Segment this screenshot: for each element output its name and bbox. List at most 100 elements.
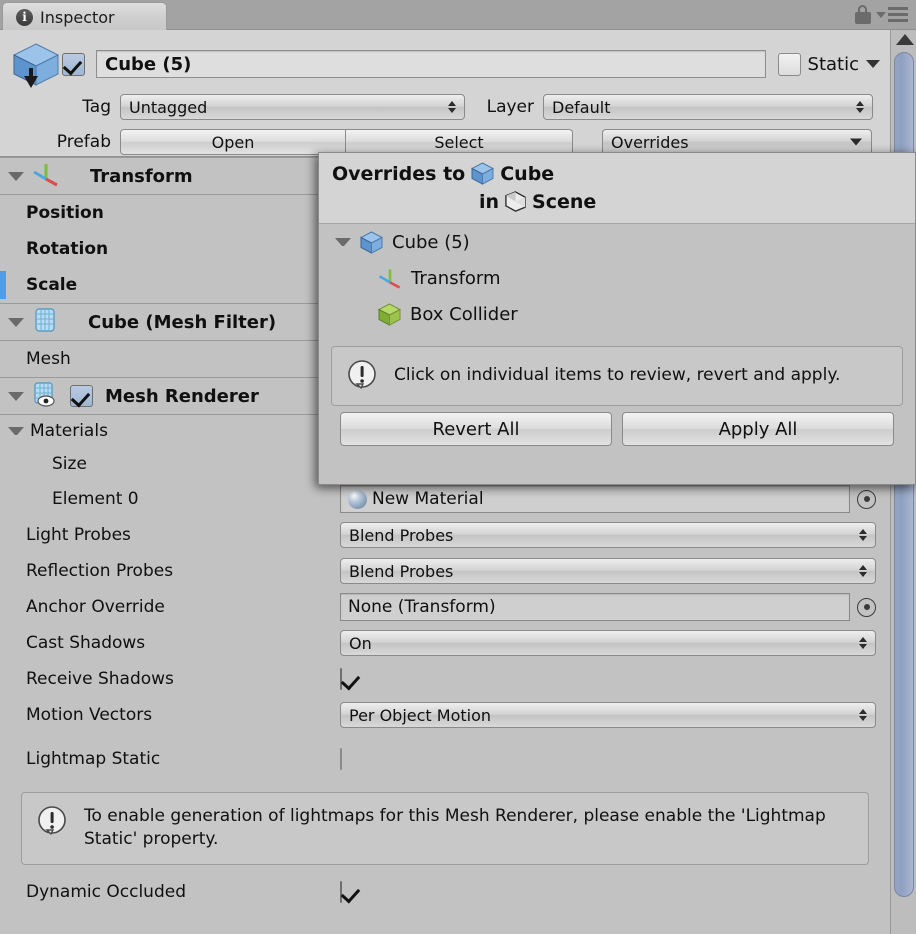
overrides-popup-header: Overrides to Cube in Scene: [319, 153, 915, 224]
updown-arrows-icon: [448, 101, 456, 113]
dynamic-occluded-checkbox[interactable]: [340, 880, 342, 903]
receive-shadows-row[interactable]: Receive Shadows: [0, 661, 890, 697]
element0-picker-icon[interactable]: [857, 489, 876, 509]
overrides-tree-root-label: Cube (5): [392, 231, 470, 253]
updown-arrows-icon: [856, 101, 864, 113]
light-probes-label: Light Probes: [26, 525, 131, 545]
lock-icon[interactable]: [855, 5, 871, 24]
transform-position-label: Position: [26, 203, 104, 223]
reflection-probes-dropdown[interactable]: Blend Probes: [340, 558, 876, 584]
static-checkbox[interactable]: [777, 52, 801, 76]
tab-tools: [855, 5, 908, 24]
overrides-tree-item-root[interactable]: Cube (5): [319, 224, 915, 260]
element0-object-field[interactable]: New Material: [340, 485, 850, 513]
overrides-button-label: Overrides: [611, 132, 689, 152]
apply-all-button[interactable]: Apply All: [622, 412, 894, 446]
lightmap-help-box: To enable generation of lightmaps for th…: [21, 792, 869, 865]
cast-shadows-dropdown[interactable]: On: [340, 630, 876, 656]
object-name-row: Cube (5) Static: [0, 36, 890, 88]
receive-shadows-label: Receive Shadows: [26, 669, 174, 689]
unity-scene-icon: [504, 190, 527, 214]
object-header: Cube (5) Static Tag Untagged Layer Defau…: [0, 30, 890, 157]
component-title-mesh-renderer: Mesh Renderer: [105, 385, 259, 407]
cube-icon: [359, 230, 384, 255]
tag-dropdown[interactable]: Untagged: [120, 94, 465, 120]
mesh-label: Mesh: [26, 349, 71, 369]
overrides-popup-subtitle: in Scene: [319, 190, 915, 214]
object-name-field[interactable]: Cube (5): [96, 50, 766, 78]
cube-icon: [10, 38, 62, 90]
foldout-arrow-icon[interactable]: [8, 427, 24, 435]
cast-shadows-value: On: [349, 633, 372, 653]
override-marker: [0, 271, 6, 299]
info-warning-icon: [36, 805, 70, 839]
overrides-subtitle-target: Scene: [532, 191, 597, 213]
foldout-arrow-icon[interactable]: [8, 171, 24, 181]
motion-vectors-dropdown[interactable]: Per Object Motion: [340, 702, 876, 728]
tag-layer-row: Tag Untagged Layer Default: [0, 92, 890, 122]
reflection-probes-row[interactable]: Reflection Probes Blend Probes: [0, 553, 890, 589]
tag-value: Untagged: [129, 97, 208, 117]
materials-element0-label: Element 0: [52, 489, 139, 509]
overrides-popup-title: Overrides to Cube: [319, 161, 915, 186]
material-ball-icon: [348, 489, 367, 509]
anchor-override-picker-icon[interactable]: [857, 597, 876, 617]
foldout-arrow-icon[interactable]: [8, 317, 24, 327]
light-probes-dropdown[interactable]: Blend Probes: [340, 522, 876, 548]
hamburger-menu-icon[interactable]: [876, 7, 908, 22]
overrides-title-prefix: Overrides to: [332, 162, 466, 185]
transform-icon: [31, 161, 61, 192]
updown-arrows-icon: [859, 637, 867, 649]
anchor-override-row[interactable]: Anchor Override None (Transform): [0, 589, 890, 625]
light-probes-value: Blend Probes: [349, 525, 454, 545]
light-probes-row[interactable]: Light Probes Blend Probes: [0, 517, 890, 553]
overrides-tree-item-transform[interactable]: Transform: [319, 260, 915, 296]
object-enabled-checkbox[interactable]: [62, 52, 85, 76]
transform-icon: [377, 266, 403, 290]
element0-value: New Material: [372, 489, 484, 509]
transform-rotation-label: Rotation: [26, 239, 109, 259]
materials-size-label: Size: [52, 454, 87, 474]
layer-value: Default: [552, 97, 611, 117]
lightmap-static-row[interactable]: Lightmap Static: [0, 733, 890, 785]
dynamic-occluded-label: Dynamic Occluded: [26, 881, 186, 902]
component-title-mesh-filter: Cube (Mesh Filter): [88, 311, 277, 333]
mesh-renderer-enabled-checkbox[interactable]: [70, 385, 93, 407]
chevron-down-icon: [850, 138, 862, 146]
tab-inspector-label: Inspector: [40, 7, 115, 27]
anchor-override-label: Anchor Override: [26, 597, 165, 617]
receive-shadows-checkbox[interactable]: [340, 668, 342, 690]
static-control: Static: [777, 52, 880, 76]
anchor-override-value: None (Transform): [348, 597, 496, 617]
motion-vectors-label: Motion Vectors: [26, 705, 153, 725]
transform-scale-label: Scale: [26, 275, 78, 295]
materials-element0-row[interactable]: Element 0 New Material: [0, 481, 890, 517]
lightmap-static-label: Lightmap Static: [26, 749, 161, 769]
prefab-open-button[interactable]: Open: [120, 129, 346, 155]
lightmap-help-text: To enable generation of lightmaps for th…: [84, 806, 826, 850]
info-warning-icon: [346, 359, 380, 393]
foldout-arrow-icon[interactable]: [335, 238, 351, 246]
anchor-override-object-field[interactable]: None (Transform): [340, 593, 850, 621]
overrides-popup: Overrides to Cube in Scene Cube (5) Tran…: [318, 152, 916, 485]
foldout-arrow-icon[interactable]: [8, 391, 24, 401]
tab-inspector[interactable]: i Inspector: [2, 2, 167, 31]
box-collider-icon: [377, 302, 402, 327]
updown-arrows-icon: [859, 565, 867, 577]
info-icon: i: [16, 8, 33, 26]
updown-arrows-icon: [859, 709, 867, 721]
tab-strip: i Inspector: [0, 0, 916, 31]
overrides-info-text: Click on individual items to review, rev…: [394, 365, 841, 385]
overrides-subtitle-prefix: in: [479, 191, 500, 213]
motion-vectors-row[interactable]: Motion Vectors Per Object Motion: [0, 697, 890, 733]
dynamic-occluded-row[interactable]: Dynamic Occluded: [0, 872, 890, 912]
overrides-tree-box-collider-label: Box Collider: [410, 303, 518, 325]
overrides-tree-item-box-collider[interactable]: Box Collider: [319, 296, 915, 332]
layer-dropdown[interactable]: Default: [543, 94, 873, 120]
revert-all-button[interactable]: Revert All: [340, 412, 612, 446]
cast-shadows-row[interactable]: Cast Shadows On: [0, 625, 890, 661]
scroll-up-arrow-icon[interactable]: [896, 34, 914, 45]
static-dropdown-arrow-icon[interactable]: [866, 60, 880, 68]
tag-label: Tag: [82, 97, 111, 117]
lightmap-static-checkbox[interactable]: [340, 748, 342, 770]
